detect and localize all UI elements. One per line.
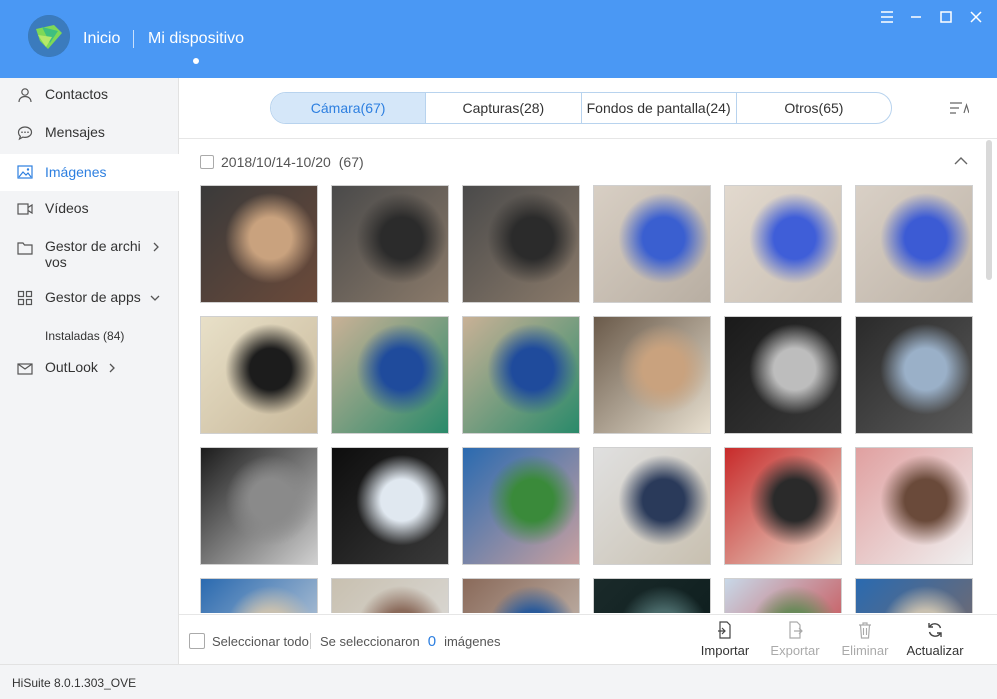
photo-thumbnail[interactable]: [855, 316, 973, 434]
image-icon: [17, 165, 33, 179]
photo-thumbnail[interactable]: [462, 185, 580, 303]
chevron-up-icon[interactable]: [954, 156, 968, 166]
photo-thumbnail[interactable]: [724, 185, 842, 303]
sidebar-item-label: OutLook: [45, 359, 98, 375]
minimize-icon[interactable]: [907, 8, 925, 26]
apps-grid-icon: [17, 290, 33, 306]
nav-my-device[interactable]: Mi dispositivo: [148, 30, 244, 48]
sort-icon[interactable]: [949, 100, 969, 116]
status-bar: HiSuite 8.0.1.303_OVE: [0, 664, 997, 699]
close-icon[interactable]: [967, 8, 985, 26]
photo-thumbnail[interactable]: [200, 185, 318, 303]
person-icon: [18, 88, 32, 103]
photo-thumbnail[interactable]: [462, 578, 580, 613]
date-group-header: 2018/10/14-10/20 (67): [200, 154, 364, 170]
nav-separator: [133, 30, 134, 48]
photo-thumbnail[interactable]: [724, 578, 842, 613]
photo-thumbnail[interactable]: [200, 578, 318, 613]
photo-thumbnail[interactable]: [855, 185, 973, 303]
divider: [179, 138, 997, 139]
photo-thumbnail[interactable]: [331, 316, 449, 434]
selection-suffix: imágenes: [444, 634, 501, 649]
photo-thumbnail[interactable]: [593, 578, 711, 613]
tab-wallpapers[interactable]: Fondos de pantalla(24): [582, 93, 737, 123]
photo-thumbnail[interactable]: [724, 447, 842, 565]
photo-thumbnail[interactable]: [593, 447, 711, 565]
maximize-icon[interactable]: [937, 8, 955, 26]
selection-number: 0: [427, 633, 437, 650]
version-label: HiSuite 8.0.1.303_OVE: [12, 676, 137, 690]
chevron-down-icon: [150, 295, 160, 301]
active-nav-indicator: [193, 58, 199, 64]
footer-separator: [310, 633, 311, 649]
select-all-label: Seleccionar todo: [212, 633, 309, 649]
photo-thumbnail[interactable]: [331, 578, 449, 613]
photo-thumbnail[interactable]: [855, 578, 973, 613]
sidebar-item-label: Instaladas (84): [45, 329, 125, 343]
export-button[interactable]: Exportar: [765, 621, 825, 658]
sidebar-item-app-manager[interactable]: Gestor de apps: [0, 289, 179, 319]
sidebar-item-images[interactable]: Imágenes: [0, 154, 179, 191]
folder-icon: [17, 242, 33, 255]
trash-icon: [859, 622, 871, 639]
select-all-checkbox[interactable]: [189, 633, 205, 649]
photo-thumbnail[interactable]: [593, 316, 711, 434]
image-category-tabs: Cámara(67) Capturas(28) Fondos de pantal…: [270, 92, 892, 124]
group-count: (67): [338, 154, 364, 170]
hisuite-logo: [28, 15, 70, 57]
title-bar: Inicio Mi dispositivo: [0, 0, 997, 78]
tab-others[interactable]: Otros(65): [737, 93, 891, 123]
photo-grid: [200, 185, 980, 613]
refresh-button[interactable]: Actualizar: [905, 621, 965, 658]
chevron-right-icon: [153, 242, 159, 252]
export-icon: [789, 621, 803, 639]
sidebar-item-label: Vídeos: [45, 200, 89, 216]
sidebar-item-contacts[interactable]: Contactos: [0, 86, 179, 116]
delete-label: Eliminar: [841, 643, 889, 658]
chevron-right-icon: [109, 363, 115, 373]
sidebar-item-videos[interactable]: Vídeos: [0, 200, 179, 230]
sidebar-item-outlook[interactable]: OutLook: [0, 359, 179, 389]
photo-thumbnail[interactable]: [331, 185, 449, 303]
photo-thumbnail[interactable]: [462, 447, 580, 565]
sidebar-item-label: Contactos: [45, 86, 109, 102]
sidebar: Contactos Mensajes Imágenes Vídeos Gesto…: [0, 78, 179, 664]
photo-thumbnail[interactable]: [855, 447, 973, 565]
select-all[interactable]: Seleccionar todo: [189, 633, 309, 649]
export-label: Exportar: [770, 643, 820, 658]
sidebar-item-installed-apps[interactable]: Instaladas (84): [0, 326, 179, 350]
sidebar-item-label: Mensajes: [45, 124, 105, 140]
selection-prefix: Se seleccionaron: [320, 634, 420, 649]
sidebar-item-messages[interactable]: Mensajes: [0, 124, 179, 154]
delete-button[interactable]: Eliminar: [835, 621, 895, 658]
tab-screenshots[interactable]: Capturas(28): [426, 93, 582, 123]
refresh-icon: [928, 623, 942, 637]
photo-thumbnail[interactable]: [200, 316, 318, 434]
sidebar-item-file-manager[interactable]: Gestor de archi vos: [0, 238, 179, 278]
nav-home[interactable]: Inicio: [83, 30, 120, 48]
import-label: Importar: [700, 643, 750, 658]
photo-thumbnail[interactable]: [593, 185, 711, 303]
tab-camera[interactable]: Cámara(67): [271, 93, 427, 123]
import-button[interactable]: Importar: [695, 621, 755, 658]
photo-thumbnail[interactable]: [331, 447, 449, 565]
group-date-range: 2018/10/14-10/20: [221, 154, 331, 170]
menu-icon[interactable]: [878, 8, 896, 26]
main-panel: Cámara(67) Capturas(28) Fondos de pantal…: [179, 78, 997, 664]
chat-bubble-icon: [17, 126, 33, 141]
import-icon: [718, 621, 731, 639]
sidebar-item-label: Gestor de archi vos: [45, 238, 141, 270]
sidebar-item-label: Imágenes: [45, 164, 107, 180]
photo-thumbnail[interactable]: [200, 447, 318, 565]
refresh-label: Actualizar: [906, 643, 964, 658]
group-checkbox[interactable]: [200, 155, 214, 169]
footer-toolbar: Seleccionar todo Se seleccionaron 0 imág…: [179, 614, 997, 664]
photo-thumbnail[interactable]: [724, 316, 842, 434]
video-icon: [17, 203, 33, 215]
mail-icon: [17, 363, 33, 375]
photo-thumbnail[interactable]: [462, 316, 580, 434]
sidebar-item-label: Gestor de apps: [45, 289, 141, 305]
selection-count: Se seleccionaron 0 imágenes: [320, 633, 500, 650]
scrollbar[interactable]: [986, 140, 992, 280]
